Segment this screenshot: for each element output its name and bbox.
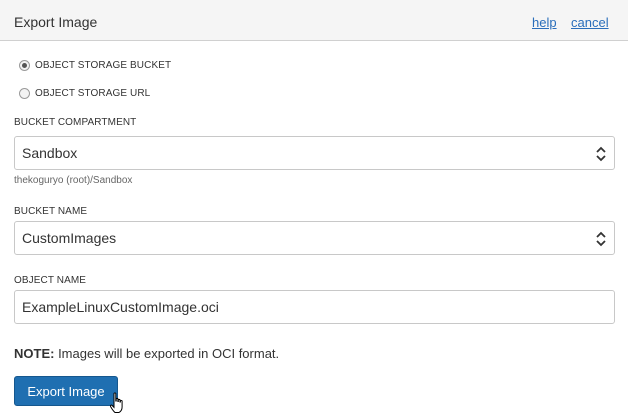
- radio-option-object-storage-url[interactable]: OBJECT STORAGE URL: [19, 88, 150, 99]
- radio-label-bucket: OBJECT STORAGE BUCKET: [35, 60, 172, 71]
- export-format-note: NOTE: Images will be exported in OCI for…: [14, 346, 279, 361]
- note-text: Images will be exported in OCI format.: [54, 346, 280, 361]
- chevron-up-down-icon: [596, 231, 606, 247]
- bucket-compartment-label: BUCKET COMPARTMENT: [14, 117, 137, 128]
- hand-cursor-icon: [109, 392, 123, 413]
- help-link[interactable]: help: [532, 15, 557, 30]
- note-prefix: NOTE:: [14, 346, 55, 361]
- dialog-header: Export Image help cancel: [0, 0, 628, 41]
- bucket-name-select[interactable]: CustomImages: [14, 221, 615, 255]
- cancel-link[interactable]: cancel: [571, 15, 609, 30]
- object-name-value: ExampleLinuxCustomImage.oci: [22, 299, 219, 315]
- bucket-compartment-select[interactable]: Sandbox: [14, 136, 615, 170]
- radio-option-object-storage-bucket[interactable]: OBJECT STORAGE BUCKET: [19, 60, 171, 71]
- radio-label-url: OBJECT STORAGE URL: [35, 88, 151, 99]
- bucket-compartment-value: Sandbox: [22, 145, 78, 161]
- object-name-input[interactable]: ExampleLinuxCustomImage.oci: [14, 290, 615, 324]
- object-name-label: OBJECT NAME: [14, 275, 87, 286]
- compartment-path-text: thekoguryo (root)/Sandbox: [14, 175, 133, 186]
- bucket-name-label: BUCKET NAME: [14, 206, 88, 217]
- radio-button-url[interactable]: [19, 88, 30, 99]
- bucket-name-value: CustomImages: [22, 230, 117, 246]
- export-image-button[interactable]: Export Image: [14, 376, 118, 406]
- dialog-title: Export Image: [14, 14, 98, 30]
- chevron-up-down-icon: [596, 146, 606, 162]
- radio-button-bucket[interactable]: [19, 60, 30, 71]
